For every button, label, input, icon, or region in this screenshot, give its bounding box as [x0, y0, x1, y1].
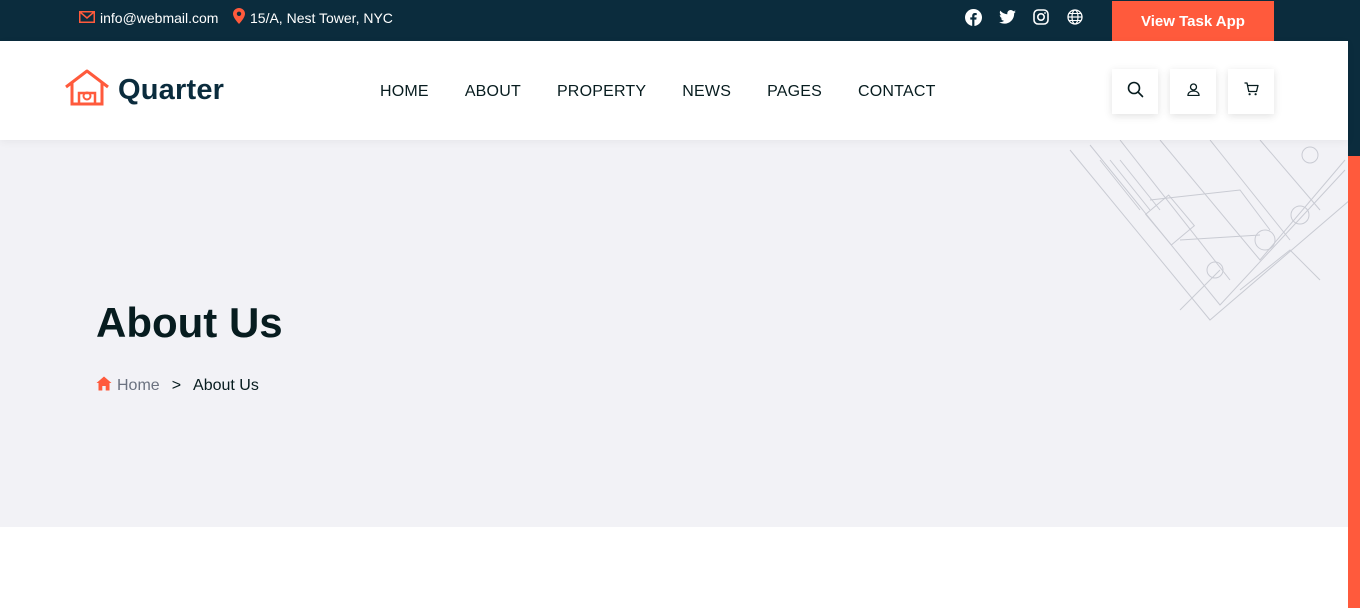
search-icon: [1127, 81, 1144, 103]
contact-email[interactable]: info@webmail.com: [79, 10, 218, 26]
search-button[interactable]: [1112, 69, 1158, 114]
breadcrumb-current: About Us: [193, 377, 259, 394]
instagram-icon[interactable]: [1032, 8, 1050, 26]
nav-pages[interactable]: PAGES: [767, 83, 822, 101]
view-task-app-button[interactable]: View Task App: [1112, 1, 1274, 41]
breadcrumb: Home > About Us: [96, 376, 259, 396]
nav-home[interactable]: HOME: [380, 83, 429, 101]
contact-address[interactable]: 15/A, Nest Tower, NYC: [233, 8, 393, 27]
page-hero: About Us Home > About Us: [0, 140, 1348, 527]
user-icon: [1186, 82, 1200, 101]
home-icon: [96, 376, 112, 396]
mail-icon: [79, 10, 95, 26]
nav-property[interactable]: PROPERTY: [557, 83, 646, 101]
social-links: [964, 8, 1084, 26]
account-button[interactable]: [1170, 69, 1216, 114]
breadcrumb-home[interactable]: Home: [96, 376, 160, 396]
house-logo-icon: [64, 69, 110, 112]
globe-icon[interactable]: [1066, 8, 1084, 26]
page-scrollbar[interactable]: [1348, 0, 1360, 608]
scrollbar-thumb[interactable]: [1348, 156, 1360, 608]
contact-email-text: info@webmail.com: [100, 10, 219, 26]
page: info@webmail.com 15/A, Nest Tower, NYC V…: [0, 0, 1360, 608]
page-title: About Us: [96, 299, 283, 346]
logo-text: Quarter: [118, 74, 225, 106]
twitter-icon[interactable]: [998, 8, 1016, 26]
blueprint-decoration: [1069, 140, 1348, 321]
breadcrumb-home-label: Home: [117, 377, 160, 394]
scrollbar-track-top: [1348, 0, 1360, 156]
top-bar: info@webmail.com 15/A, Nest Tower, NYC V…: [0, 0, 1348, 41]
nav-contact[interactable]: CONTACT: [858, 83, 936, 101]
breadcrumb-separator: >: [171, 377, 182, 394]
cart-icon: [1244, 82, 1259, 101]
nav-about[interactable]: ABOUT: [465, 83, 521, 101]
nav-news[interactable]: NEWS: [682, 83, 731, 101]
site-logo[interactable]: Quarter: [64, 69, 224, 112]
facebook-icon[interactable]: [964, 8, 982, 26]
main-nav: HOME ABOUT PROPERTY NEWS PAGES CONTACT: [380, 83, 972, 101]
cart-button[interactable]: [1228, 69, 1274, 114]
header-actions: [1112, 69, 1274, 114]
contact-address-text: 15/A, Nest Tower, NYC: [250, 9, 393, 26]
map-pin-icon: [233, 8, 245, 27]
main-header: Quarter HOME ABOUT PROPERTY NEWS PAGES C…: [0, 41, 1348, 140]
